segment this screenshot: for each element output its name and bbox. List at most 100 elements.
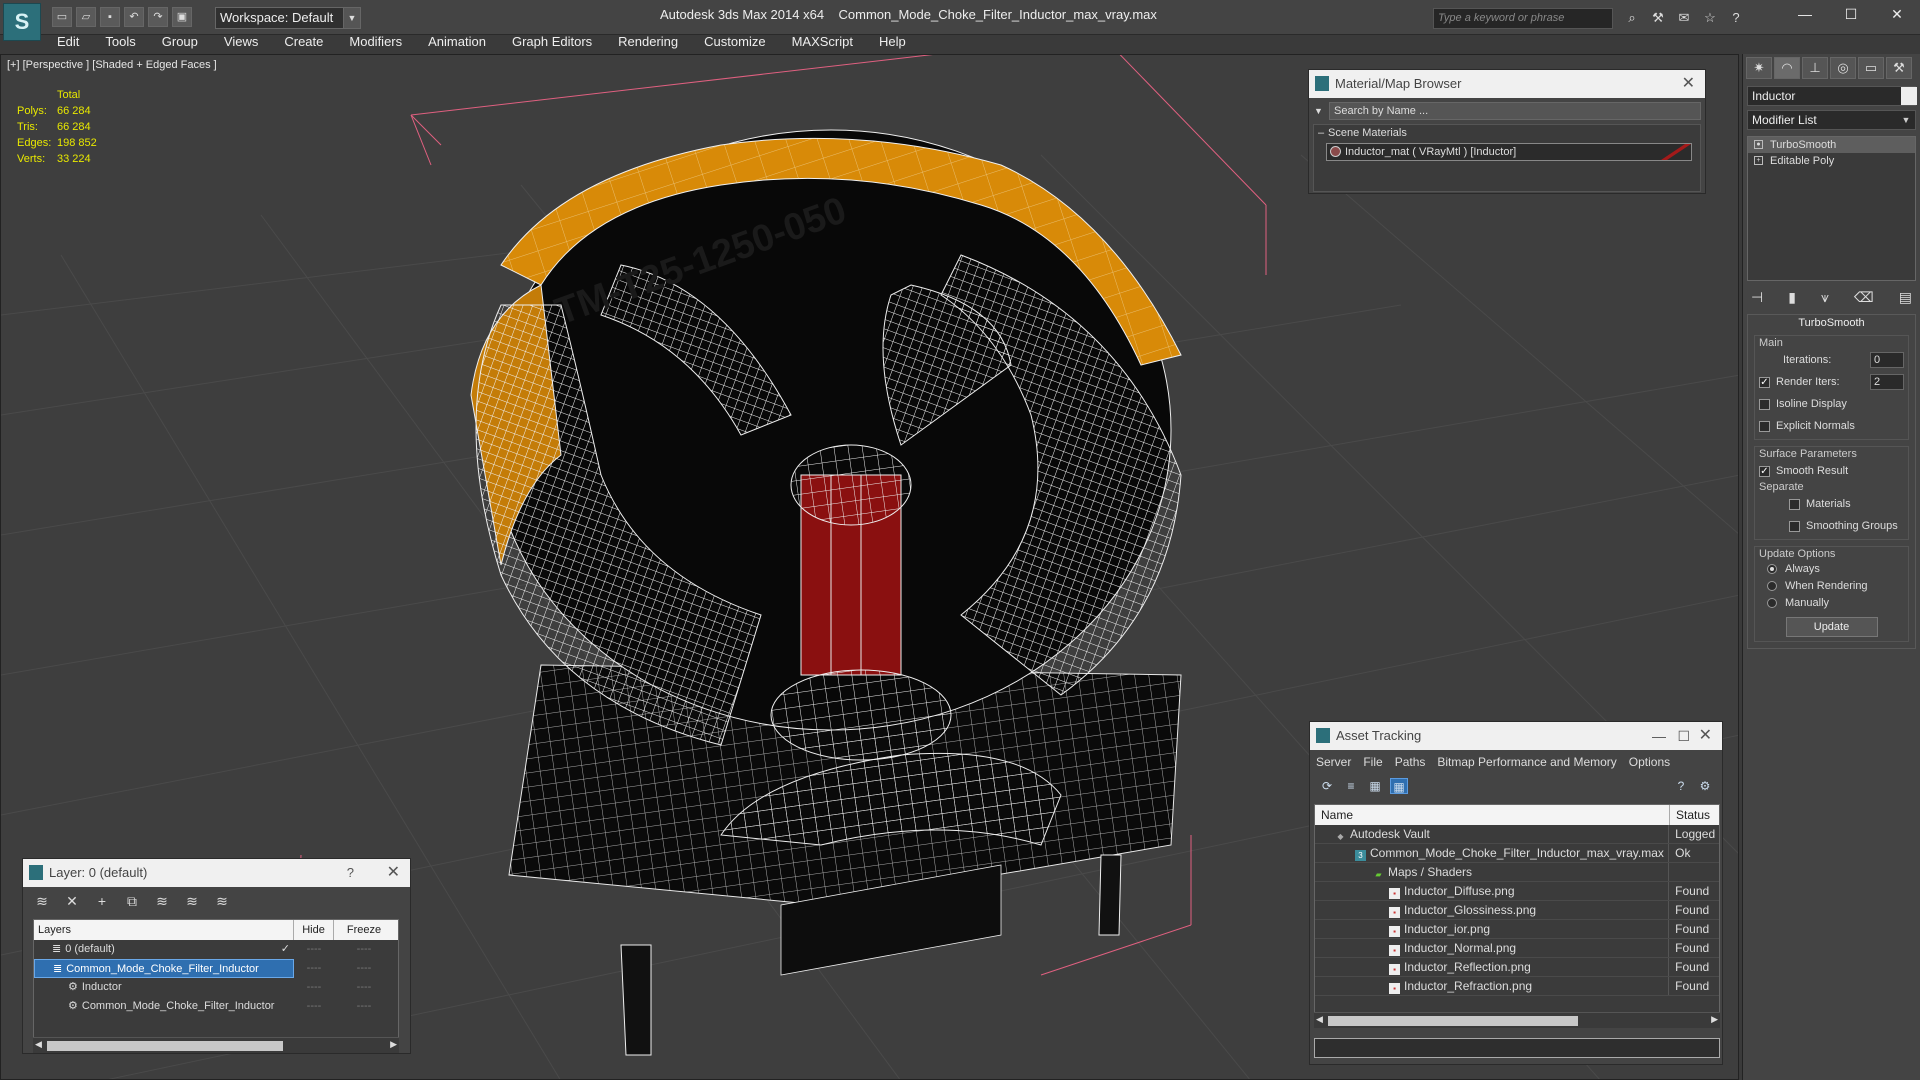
scroll-left-icon[interactable]: ◀ bbox=[1316, 1014, 1323, 1025]
create-tab-icon[interactable]: ✷ bbox=[1746, 57, 1772, 79]
menu-item-create[interactable]: Create bbox=[271, 33, 336, 53]
asset-menu-server[interactable]: Server bbox=[1316, 752, 1351, 772]
menu-item-animation[interactable]: Animation bbox=[415, 33, 499, 53]
subscription-icon[interactable]: ⚒ bbox=[1648, 9, 1668, 27]
object-name-field[interactable]: Inductor bbox=[1747, 86, 1917, 106]
always-radio[interactable] bbox=[1767, 563, 1777, 574]
undo-icon[interactable]: ↶ bbox=[124, 7, 144, 27]
hide-column-header[interactable]: Hide bbox=[294, 920, 334, 940]
asset-path-field[interactable] bbox=[1314, 1038, 1720, 1058]
asset-row[interactable]: ◆ Autodesk Vault Logged O bbox=[1315, 825, 1719, 844]
utilities-tab-icon[interactable]: ⚒ bbox=[1886, 57, 1912, 79]
remove-modifier-icon[interactable]: ⌫ bbox=[1854, 289, 1874, 306]
scroll-right-icon[interactable]: ▶ bbox=[390, 1039, 397, 1050]
asset-row[interactable]: ▪ Inductor_ior.png Found bbox=[1315, 920, 1719, 939]
make-unique-icon[interactable]: ⩛ bbox=[1821, 289, 1829, 306]
layer-hide-toggle[interactable]: ---- bbox=[294, 940, 334, 959]
new-layer-icon[interactable]: ≋ bbox=[33, 893, 51, 909]
modify-tab-icon[interactable]: ◠ bbox=[1774, 57, 1800, 79]
search-input[interactable]: Type a keyword or phrase bbox=[1433, 8, 1613, 29]
horizontal-scrollbar[interactable]: ◀ ▶ bbox=[1314, 1012, 1720, 1028]
rollout-title[interactable]: TurboSmooth bbox=[1754, 317, 1909, 329]
highlight-layer-icon[interactable]: ≋ bbox=[153, 893, 171, 909]
menu-item-graph-editors[interactable]: Graph Editors bbox=[499, 33, 605, 53]
communication-icon[interactable]: ✉ bbox=[1674, 9, 1694, 27]
list-view-icon[interactable]: ≡ bbox=[1342, 778, 1360, 794]
stack-item-turbosmooth[interactable]: ● TurboSmooth bbox=[1748, 137, 1915, 153]
layer-row[interactable]: ⚙ Inductor ---- ---- bbox=[34, 978, 398, 997]
open-file-icon[interactable]: ▱ bbox=[76, 7, 96, 27]
scroll-left-icon[interactable]: ◀ bbox=[35, 1039, 42, 1050]
asset-row[interactable]: ▪ Inductor_Refraction.png Found bbox=[1315, 977, 1719, 996]
show-end-result-icon[interactable]: ▮ bbox=[1788, 289, 1796, 306]
layer-freeze-toggle[interactable]: ---- bbox=[334, 978, 394, 997]
scene-materials-category[interactable]: Scene Materials bbox=[1314, 125, 1700, 141]
when-rendering-radio[interactable] bbox=[1767, 580, 1777, 591]
help-icon[interactable]: ? bbox=[347, 859, 354, 887]
select-objects-icon[interactable]: ⧉ bbox=[123, 893, 141, 909]
asset-menu-options[interactable]: Options bbox=[1629, 752, 1670, 772]
hierarchy-tab-icon[interactable]: ⊥ bbox=[1802, 57, 1828, 79]
asset-row[interactable]: ▪ Inductor_Reflection.png Found bbox=[1315, 958, 1719, 977]
table-view-icon[interactable]: ▦ bbox=[1390, 778, 1408, 794]
menu-item-modifiers[interactable]: Modifiers bbox=[336, 33, 415, 53]
smoothing-groups-checkbox[interactable] bbox=[1789, 520, 1800, 532]
binoculars-icon[interactable]: ⌕ bbox=[1622, 9, 1642, 27]
material-search-input[interactable]: Search by Name ... bbox=[1314, 102, 1701, 120]
asset-row[interactable]: ▰ Maps / Shaders bbox=[1315, 863, 1719, 882]
thumbnail-view-icon[interactable]: ▦ bbox=[1366, 778, 1384, 794]
menu-item-rendering[interactable]: Rendering bbox=[605, 33, 691, 53]
layer-row[interactable]: ≣ 0 (default) ✓ ---- ---- bbox=[34, 940, 398, 959]
object-color-swatch[interactable] bbox=[1901, 87, 1917, 105]
close-icon[interactable]: ✕ bbox=[1682, 70, 1695, 98]
asset-row[interactable]: ▪ Inductor_Glossiness.png Found bbox=[1315, 901, 1719, 920]
layer-hide-toggle[interactable]: ---- bbox=[294, 978, 334, 997]
minimize-icon[interactable]: — bbox=[1652, 722, 1666, 750]
settings-icon[interactable]: ⚙ bbox=[1696, 778, 1714, 794]
viewport-label[interactable]: [+] [Perspective ] [Shaded + Edged Faces… bbox=[7, 59, 217, 71]
layer-freeze-toggle[interactable]: ---- bbox=[334, 940, 394, 959]
menu-item-customize[interactable]: Customize bbox=[691, 33, 778, 53]
smooth-result-checkbox[interactable]: ✓ bbox=[1759, 465, 1770, 477]
inductor-model[interactable]: TM-T25-1250-050 bbox=[470, 129, 1182, 1056]
material-browser-header[interactable]: Material/Map Browser ✕ bbox=[1309, 70, 1705, 98]
render-iters-checkbox[interactable]: ✓ bbox=[1759, 376, 1770, 388]
asset-menu-bitmap-performance-and-memory[interactable]: Bitmap Performance and Memory bbox=[1437, 752, 1616, 772]
redo-icon[interactable]: ↷ bbox=[148, 7, 168, 27]
save-icon[interactable]: ▪ bbox=[100, 7, 120, 27]
menu-item-group[interactable]: Group bbox=[149, 33, 211, 53]
materials-checkbox[interactable] bbox=[1789, 498, 1800, 510]
close-icon[interactable]: ✕ bbox=[1874, 0, 1920, 30]
menu-item-maxscript[interactable]: MAXScript bbox=[779, 33, 866, 53]
asset-menu-paths[interactable]: Paths bbox=[1395, 752, 1426, 772]
iterations-spinner[interactable]: 0 bbox=[1870, 352, 1904, 368]
material-item[interactable]: Inductor_mat ( VRayMtl ) [Inductor] bbox=[1326, 143, 1692, 161]
asset-menu-file[interactable]: File bbox=[1363, 752, 1382, 772]
layer-row[interactable]: ⚙ Common_Mode_Choke_Filter_Inductor ---- --… bbox=[34, 997, 398, 1016]
menu-item-views[interactable]: Views bbox=[211, 33, 271, 53]
modifier-list-dropdown[interactable]: Modifier List ▼ bbox=[1747, 110, 1916, 130]
scrollbar-thumb[interactable] bbox=[1328, 1016, 1578, 1026]
freeze-column-header[interactable]: Freeze bbox=[334, 920, 394, 940]
name-column-header[interactable]: Name bbox=[1315, 805, 1670, 825]
modifier-stack[interactable]: ● TurboSmooth + Editable Poly bbox=[1747, 136, 1916, 281]
close-icon[interactable]: ✕ bbox=[1699, 722, 1712, 750]
app-logo-button[interactable]: S bbox=[3, 3, 41, 41]
asset-tracking-header[interactable]: Asset Tracking — ☐ ✕ bbox=[1310, 722, 1722, 750]
configure-modifier-sets-icon[interactable]: ▤ bbox=[1899, 289, 1912, 306]
horizontal-scrollbar[interactable]: ◀ ▶ bbox=[33, 1037, 399, 1053]
asset-row[interactable]: ▪ Inductor_Normal.png Found bbox=[1315, 939, 1719, 958]
lightbulb-icon[interactable]: ● bbox=[1754, 140, 1763, 149]
update-button[interactable]: Update bbox=[1785, 617, 1878, 637]
manually-radio[interactable] bbox=[1767, 597, 1777, 608]
stack-item-editable-poly[interactable]: + Editable Poly bbox=[1748, 153, 1915, 169]
expand-plus-icon[interactable]: + bbox=[1754, 156, 1763, 165]
layers-column-header[interactable]: Layers bbox=[34, 920, 294, 940]
delete-layer-icon[interactable]: ✕ bbox=[63, 893, 81, 909]
status-column-header[interactable]: Status bbox=[1670, 805, 1710, 825]
layer-freeze-toggle[interactable]: ---- bbox=[334, 997, 394, 1016]
workspace-dropdown[interactable]: Workspace: Default bbox=[215, 7, 355, 29]
display-tab-icon[interactable]: ▭ bbox=[1858, 57, 1884, 79]
layer-window-header[interactable]: Layer: 0 (default)? ✕ bbox=[23, 859, 410, 887]
hide-all-icon[interactable]: ≋ bbox=[183, 893, 201, 909]
